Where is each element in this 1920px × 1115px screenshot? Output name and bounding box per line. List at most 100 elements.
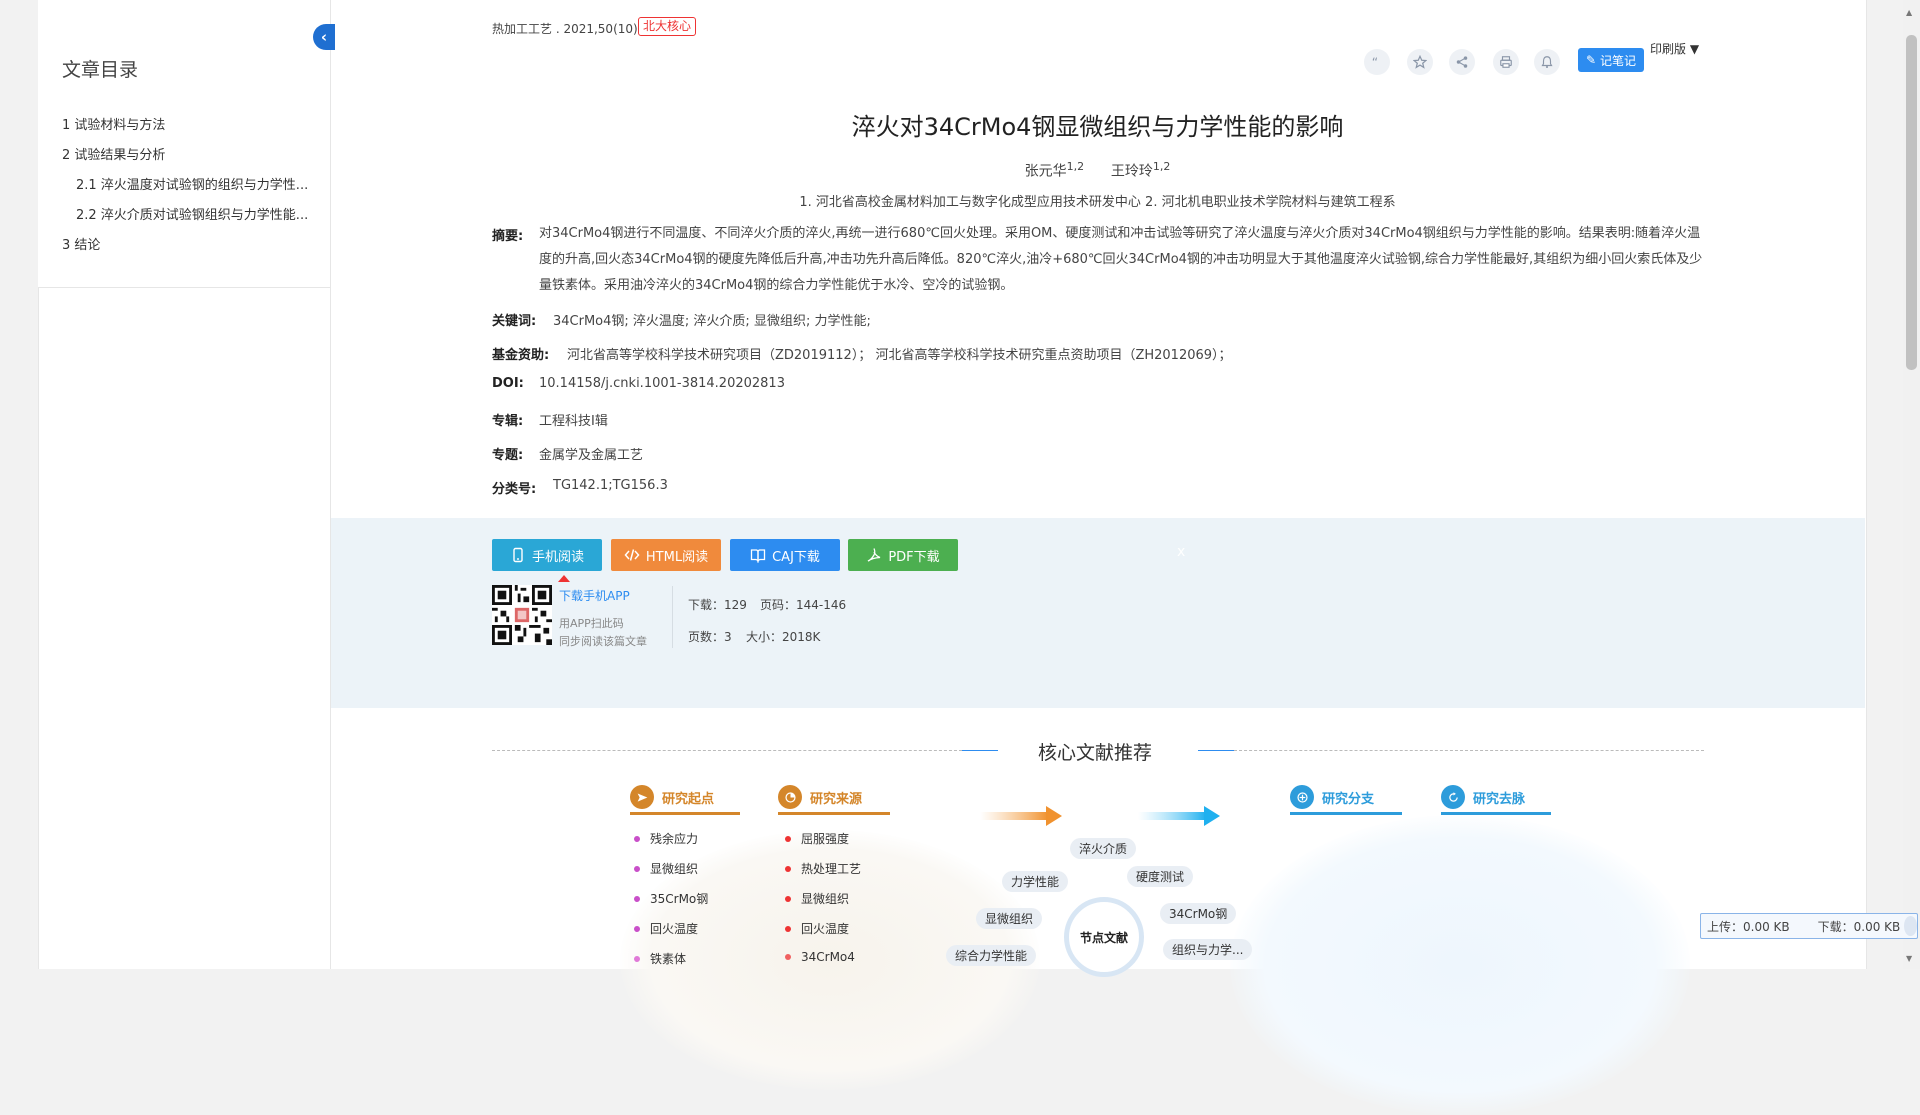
affiliations[interactable]: 1. 河北省高校金属材料加工与数字化成型应用技术研发中心 2. 河北机电职业技术… xyxy=(330,191,1865,210)
journal-info[interactable]: 热加工工艺 . 2021,50(10) xyxy=(492,20,638,37)
app-hint-sync: 同步阅读该篇文章 xyxy=(559,635,647,648)
pdf-download-button[interactable]: PDF下载 xyxy=(848,539,958,571)
bullet-dot xyxy=(785,925,791,932)
source-item[interactable]: 屈服强度 xyxy=(785,830,849,847)
bullet-dot xyxy=(785,865,791,872)
app-hint-scan: 用APP扫此码 xyxy=(559,617,624,630)
author-name[interactable]: 王玲玲 xyxy=(1111,164,1153,180)
transfer-speed-widget: 上传：0.00 KB 下载：0.00 KB xyxy=(1700,913,1918,939)
toc-item-3[interactable]: 3 结论 xyxy=(62,234,100,253)
bullet-dot xyxy=(785,895,791,902)
caj-download-label: CAJ下载 xyxy=(772,549,820,565)
author-affil-sup: 1,2 xyxy=(1066,160,1085,173)
research-trend-heading[interactable]: 研究去脉 xyxy=(1441,782,1525,812)
class-value: TG142.1;TG156.3 xyxy=(553,478,668,493)
code-icon xyxy=(624,549,640,561)
print-version-dropdown[interactable]: 印刷版 ▼ xyxy=(1650,40,1699,57)
fund-list[interactable]: 河北省高等学校科学技术研究项目（ZD2019112）； 河北省高等学校科学技术研… xyxy=(567,344,1232,363)
page-range: 页码：144-146 xyxy=(760,598,847,612)
close-icon[interactable]: x xyxy=(1177,544,1185,560)
bullet-dot xyxy=(785,954,791,960)
class-label: 分类号: xyxy=(492,482,537,497)
keywords-list[interactable]: 34CrMo4钢; 淬火温度; 淬火介质; 显微组织; 力学性能; xyxy=(553,310,871,329)
bullet-dot xyxy=(785,835,791,842)
origin-item-label: 回火温度 xyxy=(650,922,699,936)
bell-icon[interactable] xyxy=(1534,49,1560,75)
fund-label: 基金资助: xyxy=(492,348,550,363)
doi-label: DOI: xyxy=(492,376,524,391)
chevron-left-icon: ‹ xyxy=(320,28,328,46)
source-item[interactable]: 显微组织 xyxy=(785,890,849,907)
divider-line xyxy=(1234,750,1704,752)
toc-item-2[interactable]: 2 试验结果与分析 xyxy=(62,144,165,163)
toc-item-2-1[interactable]: 2.1 淬火温度对试验钢的组织与力学性... xyxy=(76,174,308,193)
origin-item[interactable]: 残余应力 xyxy=(634,830,698,847)
node-document[interactable]: 节点文献 xyxy=(1064,897,1144,977)
heading-underline xyxy=(1441,812,1551,815)
abstract-label: 摘要: xyxy=(492,229,524,244)
author-name[interactable]: 张元华 xyxy=(1025,164,1067,180)
toc-item-2-2[interactable]: 2.2 淬火介质对试验钢组织与力学性能... xyxy=(76,204,308,223)
html-read-button[interactable]: HTML阅读 xyxy=(611,539,721,571)
keyword-tag[interactable]: 硬度测试 xyxy=(1127,866,1194,887)
source-item[interactable]: 34CrMo4 xyxy=(785,950,855,964)
research-branch-heading[interactable]: 研究分支 xyxy=(1290,782,1374,812)
bullet-dot xyxy=(634,895,640,902)
page-count: 页数：3 xyxy=(688,630,732,644)
source-item[interactable]: 热处理工艺 xyxy=(785,860,861,877)
svg-text:“: “ xyxy=(1372,55,1378,69)
take-note-label: 记笔记 xyxy=(1600,53,1637,68)
upload-speed: 上传：0.00 KB xyxy=(1707,919,1790,934)
keyword-tag[interactable]: 组织与力学... xyxy=(1163,939,1253,960)
caj-download-button[interactable]: CAJ下载 xyxy=(730,539,840,571)
origin-item-label: 显微组织 xyxy=(650,862,699,876)
author-affil-sup: 1,2 xyxy=(1152,160,1171,173)
keyword-tag[interactable]: 力学性能 xyxy=(1002,871,1069,892)
toc-sidebar: 文章目录 1 试验材料与方法 2 试验结果与分析 2.1 淬火温度对试验钢的组织… xyxy=(38,0,331,288)
keyword-tag[interactable]: 显微组织 xyxy=(976,908,1043,929)
article-title: 淬火对34CrMo4钢显微组织与力学性能的影响 xyxy=(851,113,1344,141)
keyword-tag[interactable]: 34CrMo钢 xyxy=(1160,903,1237,924)
html-read-label: HTML阅读 xyxy=(645,549,709,565)
mobile-read-button[interactable]: 手机阅读 xyxy=(492,539,602,571)
research-source-heading[interactable]: 研究来源 xyxy=(778,782,862,812)
keyword-tag[interactable]: 综合力学性能 xyxy=(946,945,1037,966)
arrow-right-icon xyxy=(980,806,1062,826)
quote-icon[interactable]: “ xyxy=(1364,49,1390,75)
series-label: 专辑: xyxy=(492,414,524,429)
source-item-label: 屈服强度 xyxy=(801,832,850,846)
branch-background xyxy=(1230,815,1690,1115)
send-icon xyxy=(630,785,654,809)
research-source-label: 研究来源 xyxy=(810,791,863,807)
divider-accent xyxy=(1198,750,1234,751)
scroll-up-icon[interactable]: ▲ xyxy=(1906,8,1912,17)
origin-item[interactable]: 铁素体 xyxy=(634,950,686,967)
source-item-label: 回火温度 xyxy=(801,922,850,936)
origin-item[interactable]: 回火温度 xyxy=(634,920,698,937)
print-icon[interactable] xyxy=(1493,49,1519,75)
scrollbar-thumb[interactable] xyxy=(1906,35,1917,370)
collapse-sidebar-button[interactable]: ‹ xyxy=(313,24,335,50)
keyword-tag[interactable]: 淬火介质 xyxy=(1070,838,1137,859)
research-trend-label: 研究去脉 xyxy=(1473,791,1526,807)
download-app-link[interactable]: 下载手机APP xyxy=(559,587,630,604)
source-item-label: 热处理工艺 xyxy=(801,862,862,876)
pdf-icon xyxy=(867,548,881,562)
heading-underline xyxy=(778,812,890,815)
origin-item[interactable]: 显微组织 xyxy=(634,860,698,877)
book-icon xyxy=(750,549,766,563)
share-icon[interactable] xyxy=(1449,49,1475,75)
origin-item[interactable]: 35CrMo钢 xyxy=(634,890,708,907)
source-item-label: 显微组织 xyxy=(801,892,850,906)
scroll-down-icon[interactable]: ▼ xyxy=(1906,954,1912,963)
toc-item-1[interactable]: 1 试验材料与方法 xyxy=(62,114,165,133)
pie-chart-icon xyxy=(778,785,802,809)
heading-underline xyxy=(630,812,740,815)
bullet-dot xyxy=(634,955,640,962)
qr-code xyxy=(492,585,552,645)
star-icon[interactable] xyxy=(1407,49,1433,75)
research-origin-heading[interactable]: 研究起点 xyxy=(630,782,714,812)
take-note-button[interactable]: ✎ 记笔记 xyxy=(1578,48,1644,72)
research-origin-label: 研究起点 xyxy=(662,791,715,807)
source-item[interactable]: 回火温度 xyxy=(785,920,849,937)
